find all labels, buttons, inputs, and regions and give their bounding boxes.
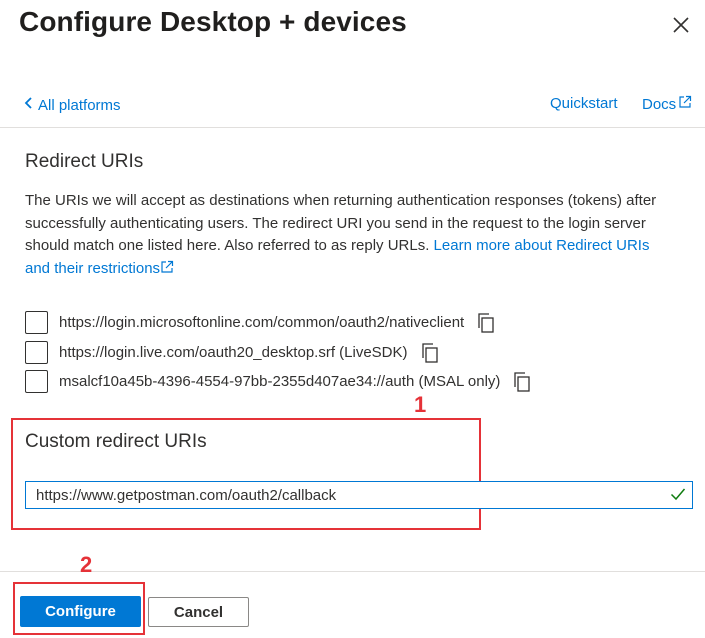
close-button[interactable] bbox=[668, 12, 694, 38]
copy-icon[interactable] bbox=[420, 342, 440, 364]
redirect-uris-heading: Redirect URIs bbox=[25, 151, 144, 172]
cancel-button[interactable]: Cancel bbox=[148, 597, 249, 627]
redirect-uri-checkbox[interactable] bbox=[25, 370, 48, 393]
header-divider bbox=[0, 127, 705, 128]
quickstart-link[interactable]: Quickstart bbox=[550, 95, 618, 112]
annotation-marker-2: 2 bbox=[80, 552, 93, 577]
all-platforms-label: All platforms bbox=[38, 96, 121, 114]
custom-redirect-uri-input[interactable]: https://www.getpostman.com/oauth2/callba… bbox=[25, 481, 693, 509]
configure-button[interactable]: Configure bbox=[20, 596, 141, 627]
copy-icon[interactable] bbox=[512, 371, 532, 393]
checkmark-icon bbox=[670, 487, 686, 501]
chevron-left-icon bbox=[24, 96, 34, 114]
docs-label: Docs bbox=[642, 95, 677, 113]
custom-redirect-uri-value: https://www.getpostman.com/oauth2/callba… bbox=[36, 486, 337, 504]
redirect-uri-row: https://login.live.com/oauth20_desktop.s… bbox=[25, 341, 440, 364]
redirect-uri-row: msalcf10a45b-4396-4554-97bb-2355d407ae34… bbox=[25, 370, 532, 393]
redirect-uri-label: msalcf10a45b-4396-4554-97bb-2355d407ae34… bbox=[59, 373, 501, 390]
redirect-uri-label: https://login.microsoftonline.com/common… bbox=[59, 314, 465, 331]
footer-divider bbox=[0, 571, 705, 572]
panel-title: Configure Desktop + devices bbox=[19, 6, 407, 37]
redirect-uri-label: https://login.live.com/oauth20_desktop.s… bbox=[59, 344, 408, 361]
redirect-uris-description: The URIs we will accept as destinations … bbox=[25, 190, 675, 280]
docs-link[interactable]: Docs bbox=[642, 95, 692, 113]
close-icon bbox=[668, 17, 694, 42]
all-platforms-link[interactable]: All platforms bbox=[24, 96, 121, 114]
external-link-icon bbox=[678, 95, 692, 113]
redirect-uri-checkbox[interactable] bbox=[25, 341, 48, 364]
redirect-uri-row: https://login.microsoftonline.com/common… bbox=[25, 311, 496, 334]
annotation-marker-1: 1 bbox=[414, 392, 427, 417]
copy-icon[interactable] bbox=[476, 312, 496, 334]
redirect-uri-checkbox[interactable] bbox=[25, 311, 48, 334]
external-link-icon bbox=[160, 260, 174, 277]
custom-redirect-heading: Custom redirect URIs bbox=[25, 431, 207, 452]
